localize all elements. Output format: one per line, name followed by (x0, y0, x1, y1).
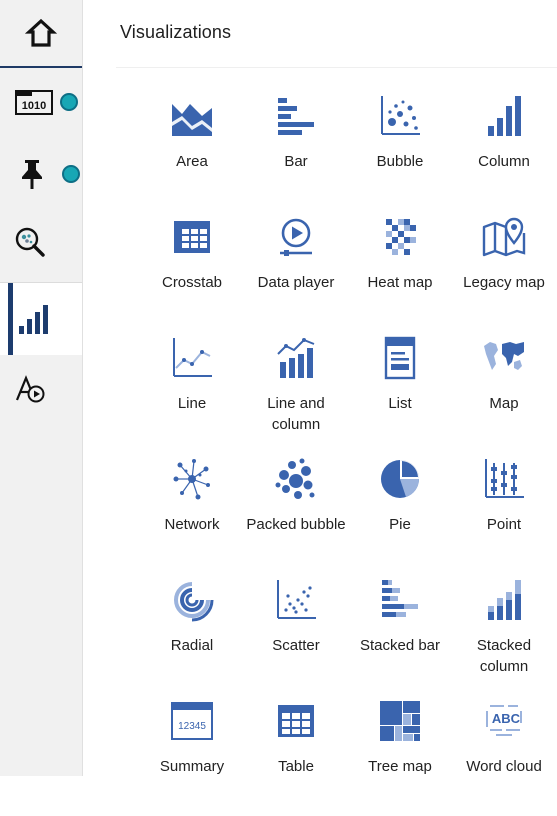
search-icon (15, 227, 45, 257)
viz-data-player[interactable]: Data player (244, 211, 348, 332)
line-and-column-icon (277, 338, 315, 378)
table-icon (278, 705, 314, 737)
viz-table[interactable]: Table (244, 695, 348, 816)
sidebar-item-assistant[interactable] (0, 214, 82, 270)
packed-bubble-icon (275, 458, 315, 499)
summary-icon: 12345 (171, 702, 213, 740)
home-icon (25, 18, 57, 47)
viz-label: Stacked bar (359, 637, 441, 654)
visualization-grid: Area Bar Bubble Column Crosstab Data pla… (140, 90, 556, 816)
viz-bar[interactable]: Bar (244, 90, 348, 211)
viz-label: Crosstab (161, 274, 223, 291)
viz-label: List (388, 395, 412, 412)
viz-word-cloud[interactable]: ABC Word cloud (452, 695, 556, 816)
viz-label: Packed bubble (246, 516, 346, 533)
tree-map-icon (380, 701, 420, 741)
pin-badge (62, 165, 80, 183)
viz-crosstab[interactable]: Crosstab (140, 211, 244, 332)
sidebar-item-data-player[interactable] (0, 362, 82, 418)
header-divider (116, 67, 557, 68)
heat-map-icon (386, 219, 416, 255)
viz-summary[interactable]: 12345 Summary (140, 695, 244, 816)
viz-heat-map[interactable]: Heat map (348, 211, 452, 332)
viz-radial[interactable]: Radial (140, 574, 244, 695)
data-source-icon: 1010 (15, 90, 53, 115)
sidebar-item-visualizations[interactable] (0, 283, 82, 355)
stacked-bar-icon (382, 580, 418, 617)
viz-label: Column (478, 153, 530, 170)
list-icon (384, 336, 416, 380)
viz-label: Data player (257, 274, 335, 291)
viz-packed-bubble[interactable]: Packed bubble (244, 453, 348, 574)
pie-icon (381, 460, 419, 498)
home-button[interactable] (0, 0, 82, 68)
scatter-icon (277, 580, 316, 619)
sidebar-item-data-sources[interactable]: 1010 (0, 74, 82, 130)
viz-label: Legacy map (463, 274, 545, 291)
sidebar: 1010 (0, 0, 83, 776)
legacy-map-icon (482, 217, 526, 257)
viz-label: Line and column (267, 395, 325, 433)
viz-tree-map[interactable]: Tree map (348, 695, 452, 816)
map-icon (484, 342, 524, 370)
sidebar-item-pinboard[interactable] (0, 146, 82, 202)
viz-label: Line (177, 395, 207, 412)
viz-legacy-map[interactable]: Legacy map (452, 211, 556, 332)
summary-icon-text: 12345 (178, 721, 206, 732)
viz-label: Bubble (376, 153, 424, 170)
data-player-icon (280, 218, 312, 256)
svg-text:1010: 1010 (22, 100, 46, 112)
pin-icon (22, 160, 42, 189)
word-cloud-icon-text: ABC (492, 711, 521, 726)
viz-column[interactable]: Column (452, 90, 556, 211)
point-icon (485, 459, 524, 498)
viz-scatter[interactable]: Scatter (244, 574, 348, 695)
viz-label: Scatter (272, 637, 320, 654)
viz-label: Map (489, 395, 519, 412)
viz-label: Area (176, 153, 208, 170)
viz-label: Radial (170, 637, 214, 654)
column-icon (488, 96, 521, 136)
viz-line-and-column[interactable]: Line and column (244, 332, 348, 453)
line-icon (173, 338, 212, 377)
bar-icon (278, 98, 314, 135)
viz-label: Network (164, 516, 220, 533)
stacked-column-icon (488, 580, 521, 620)
area-icon (172, 104, 212, 136)
viz-bubble[interactable]: Bubble (348, 90, 452, 211)
viz-label: Stacked column (476, 637, 532, 675)
viz-label: Pie (389, 516, 411, 533)
viz-pie[interactable]: Pie (348, 453, 452, 574)
network-icon (173, 459, 210, 500)
crosstab-icon (174, 221, 210, 253)
viz-list[interactable]: List (348, 332, 452, 453)
viz-label: Tree map (368, 758, 432, 775)
data-player-icon (15, 375, 45, 403)
viz-map[interactable]: Map (452, 332, 556, 453)
radial-icon (174, 582, 214, 622)
viz-label: Table (278, 758, 314, 775)
word-cloud-icon: ABC (486, 705, 522, 736)
viz-stacked-column[interactable]: Stacked column (452, 574, 556, 695)
viz-label: Point (486, 516, 522, 533)
panel-title: Visualizations (120, 22, 232, 42)
viz-line[interactable]: Line (140, 332, 244, 453)
viz-point[interactable]: Point (452, 453, 556, 574)
visualizations-icon (19, 305, 48, 334)
bubble-icon (381, 96, 420, 135)
viz-stacked-bar[interactable]: Stacked bar (348, 574, 452, 695)
sources-badge (60, 93, 78, 111)
viz-network[interactable]: Network (140, 453, 244, 574)
viz-label: Bar (284, 153, 308, 170)
viz-label: Word cloud (466, 758, 542, 775)
viz-label: Summary (159, 758, 225, 775)
viz-area[interactable]: Area (140, 90, 244, 211)
viz-label: Heat map (367, 274, 433, 291)
